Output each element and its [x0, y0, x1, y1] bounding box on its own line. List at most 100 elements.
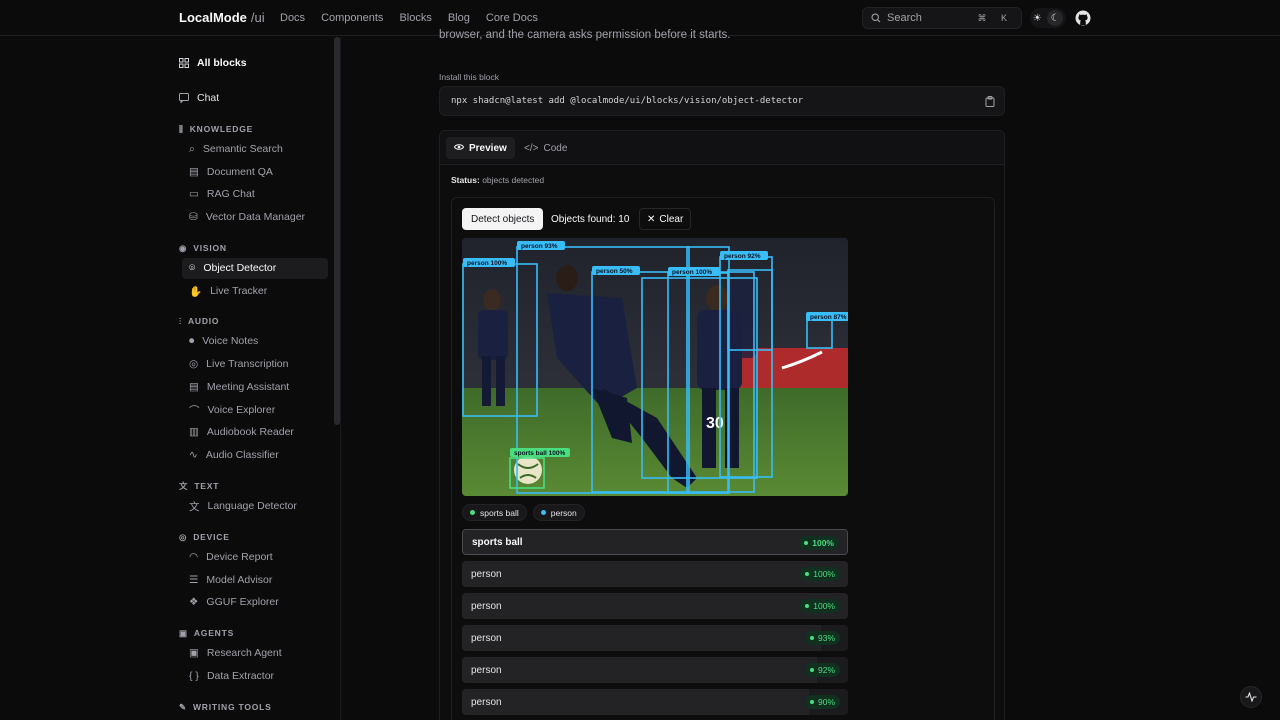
- install-label: Install this block: [439, 72, 499, 82]
- copy-icon[interactable]: [985, 96, 995, 107]
- sidebar-item-semantic-search[interactable]: ⌕ Semantic Search: [189, 139, 283, 159]
- section-agents: ▣ AGENTS: [179, 626, 234, 640]
- bbox-label: person 50%: [596, 268, 633, 275]
- sidebar-item-voice-explorer[interactable]: ⌒ Voice Explorer: [189, 400, 275, 420]
- bbox-label: person 87%: [810, 314, 847, 321]
- detection-label: sports ball: [472, 536, 523, 548]
- tab-code[interactable]: </> Code: [516, 137, 575, 159]
- section-title: AUDIO: [187, 316, 220, 326]
- sidebar-item-label: Voice Explorer: [207, 404, 276, 416]
- nav-blog[interactable]: Blog: [448, 12, 470, 24]
- languages-icon: 文: [179, 481, 189, 491]
- confidence-fill: [462, 593, 848, 619]
- sidebar-item-voice-notes[interactable]: ⏺ Voice Notes: [189, 331, 258, 351]
- nav-docs[interactable]: Docs: [280, 12, 305, 24]
- section-writing-tools: ✎ WRITING TOOLS: [179, 700, 272, 714]
- clear-label: Clear: [659, 213, 684, 225]
- status-value: objects detected: [482, 175, 545, 185]
- waveform-icon: ∿: [189, 449, 198, 461]
- sidebar-item-data-extractor[interactable]: { } Data Extractor: [189, 666, 274, 686]
- sidebar-item-language-detector[interactable]: 文 Language Detector: [189, 496, 297, 516]
- section-text: 文 TEXT: [179, 479, 219, 493]
- sidebar-item-label: Semantic Search: [202, 143, 283, 155]
- library-icon: ⫼: [179, 123, 184, 134]
- nav-links: Docs Components Blocks Blog Core Docs: [280, 12, 538, 24]
- theme-toggle[interactable]: ☀ ☾: [1030, 8, 1066, 28]
- confidence-badge: 100%: [799, 536, 839, 550]
- section-title: VISION: [193, 243, 227, 253]
- eye-icon: ◉: [179, 242, 188, 253]
- nav-components[interactable]: Components: [321, 12, 383, 24]
- sidebar-item-all-blocks[interactable]: All blocks: [179, 53, 247, 73]
- confidence-value: 100%: [813, 569, 835, 579]
- svg-text:30: 30: [706, 415, 724, 432]
- section-device: ◎ DEVICE: [179, 530, 230, 544]
- nav-core-docs[interactable]: Core Docs: [486, 12, 538, 24]
- close-icon: ✕: [647, 213, 656, 225]
- detection-label: person: [471, 632, 502, 644]
- install-command-text: npx shadcn@latest add @localmode/ui/bloc…: [451, 96, 804, 106]
- section-audio: ⫶ AUDIO: [179, 314, 219, 328]
- detection-row[interactable]: person 92%: [462, 657, 848, 683]
- sidebar-item-label: Meeting Assistant: [206, 381, 290, 393]
- sidebar-item-device-report[interactable]: ◠ Device Report: [189, 547, 273, 567]
- confidence-value: 90%: [817, 697, 835, 707]
- sidebar-item-audio-classifier[interactable]: ∿ Audio Classifier: [189, 445, 279, 465]
- headphones-icon: ⌒: [189, 404, 200, 417]
- legend-chip-sports-ball[interactable]: sports ball: [462, 504, 527, 521]
- moon-icon[interactable]: ☾: [1047, 10, 1064, 26]
- detection-row[interactable]: person 90%: [462, 689, 848, 715]
- sidebar-item-meeting-assistant[interactable]: ▤ Meeting Assistant: [189, 377, 289, 397]
- confidence-badge: 100%: [800, 599, 840, 613]
- search-label: Search: [887, 12, 922, 24]
- sidebar-item-chat[interactable]: Chat: [179, 88, 219, 108]
- sidebar-item-research-agent[interactable]: ▣ Research Agent: [189, 643, 282, 663]
- legend-chip-person[interactable]: person: [532, 504, 585, 521]
- section-title: WRITING TOOLS: [192, 702, 272, 712]
- boxes-icon: ❖: [189, 596, 199, 608]
- activity-icon[interactable]: [1240, 686, 1262, 708]
- nav-blocks[interactable]: Blocks: [399, 12, 431, 24]
- tab-preview[interactable]: Preview: [446, 137, 515, 159]
- code-icon: </>: [524, 142, 539, 154]
- bbox-label: person 100%: [467, 260, 507, 267]
- sidebar-item-label: RAG Chat: [206, 188, 255, 200]
- detect-objects-button[interactable]: Detect objects: [462, 208, 544, 230]
- chat-icon: [179, 93, 189, 103]
- sidebar-scrollbar[interactable]: [334, 37, 340, 425]
- preview-panel: Preview </> Code Status: objects detecte…: [439, 130, 1005, 720]
- clipboard-icon: ▤: [189, 381, 199, 393]
- book-icon: ▥: [189, 426, 199, 438]
- sun-icon[interactable]: ☀: [1033, 13, 1042, 24]
- pen-icon: ✎: [179, 701, 187, 712]
- sidebar-item-model-advisor[interactable]: ☰ Model Advisor: [189, 570, 272, 590]
- detection-label: person: [471, 696, 502, 708]
- sidebar-item-gguf-explorer[interactable]: ❖ GGUF Explorer: [189, 592, 279, 612]
- sidebar-item-object-detector[interactable]: ⌾ Object Detector: [189, 258, 276, 278]
- brand-logo[interactable]: LocalMode/ui: [179, 10, 265, 25]
- legend-label: person: [550, 507, 577, 518]
- hand-icon: ✋: [189, 285, 203, 298]
- sidebar-item-rag-chat[interactable]: ▭ RAG Chat: [189, 184, 255, 204]
- clear-button[interactable]: ✕ Clear: [639, 208, 692, 230]
- sidebar-item-live-transcription[interactable]: ◎ Live Transcription: [189, 354, 288, 374]
- sidebar-item-label: GGUF Explorer: [206, 596, 279, 608]
- sidebar-item-audiobook-reader[interactable]: ▥ Audiobook Reader: [189, 422, 294, 442]
- detection-label: person: [471, 664, 502, 676]
- brand-sub: /ui: [250, 10, 265, 25]
- scan-icon: ⌾: [189, 261, 196, 274]
- install-command[interactable]: npx shadcn@latest add @localmode/ui/bloc…: [439, 86, 1005, 116]
- sidebar-item-document-qa[interactable]: ▤ Document QA: [189, 162, 273, 182]
- sidebar-item-live-tracker[interactable]: ✋ Live Tracker: [189, 281, 267, 301]
- detection-row[interactable]: person 93%: [462, 625, 848, 651]
- github-icon[interactable]: [1075, 10, 1091, 26]
- sidebar-item-label: Object Detector: [203, 262, 277, 274]
- badge-dot: [805, 572, 810, 576]
- bot-icon: ▣: [179, 627, 188, 638]
- confidence-value: 92%: [817, 665, 835, 675]
- detection-row[interactable]: sports ball 100%: [462, 529, 848, 555]
- brand-name: LocalMode: [179, 10, 247, 25]
- sidebar-item-vector-data-manager[interactable]: ⛁ Vector Data Manager: [189, 207, 305, 227]
- detection-row[interactable]: person 100%: [462, 561, 848, 587]
- detection-row[interactable]: person 100%: [462, 593, 848, 619]
